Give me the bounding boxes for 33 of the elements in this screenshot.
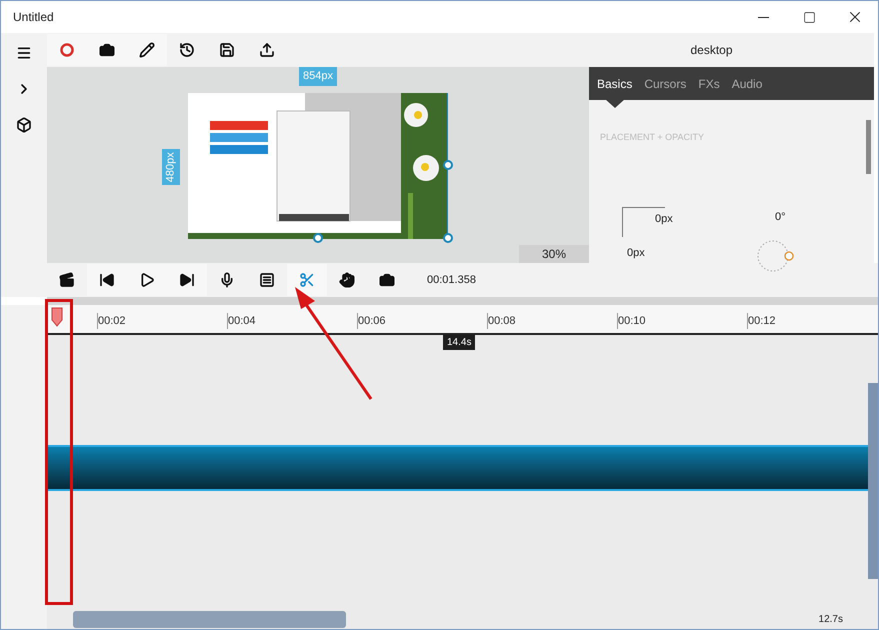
time-tick-label: 00:08 xyxy=(487,313,516,329)
time-tick-label: 00:04 xyxy=(227,313,256,329)
vertical-scrollbar[interactable] xyxy=(868,383,878,579)
time-tick-label: 00:02 xyxy=(97,313,126,329)
rotation-dial-icon xyxy=(757,239,795,273)
record-icon xyxy=(60,43,74,57)
y-value: 0px xyxy=(627,246,645,261)
time-tick-label: 00:10 xyxy=(617,313,646,329)
panel-tab[interactable]: Audio xyxy=(732,74,762,92)
zoom-label: 30% xyxy=(519,245,589,263)
width-label: 854px xyxy=(299,67,337,86)
resize-handle[interactable] xyxy=(313,233,323,243)
panel-tab[interactable]: Basics xyxy=(597,74,632,92)
current-time: 00:01.358 xyxy=(427,272,476,288)
rotation-value: 0° xyxy=(775,210,786,225)
duration-tooltip: 14.4s xyxy=(443,335,476,350)
video-clip[interactable] xyxy=(47,445,868,491)
time-tick-label: 00:06 xyxy=(357,313,386,329)
playhead-marker-icon[interactable] xyxy=(51,307,63,327)
vertical-scrollbar[interactable] xyxy=(866,120,871,174)
horizontal-scrollbar[interactable] xyxy=(73,610,346,628)
resize-handle[interactable] xyxy=(443,233,453,243)
time-tick-label: 00:12 xyxy=(747,313,776,329)
resize-handle[interactable] xyxy=(443,160,453,170)
minimize-icon xyxy=(758,16,768,18)
height-label: 480px xyxy=(162,149,180,185)
maximize-icon xyxy=(802,10,816,24)
clip-length: 12.7s xyxy=(818,612,843,626)
x-value: 0px xyxy=(655,212,673,227)
source-name: desktop xyxy=(690,42,733,59)
panel-tab[interactable]: FXs xyxy=(698,74,720,92)
window-title: Untitled xyxy=(13,9,54,26)
panel-tab[interactable]: Cursors xyxy=(644,74,686,92)
